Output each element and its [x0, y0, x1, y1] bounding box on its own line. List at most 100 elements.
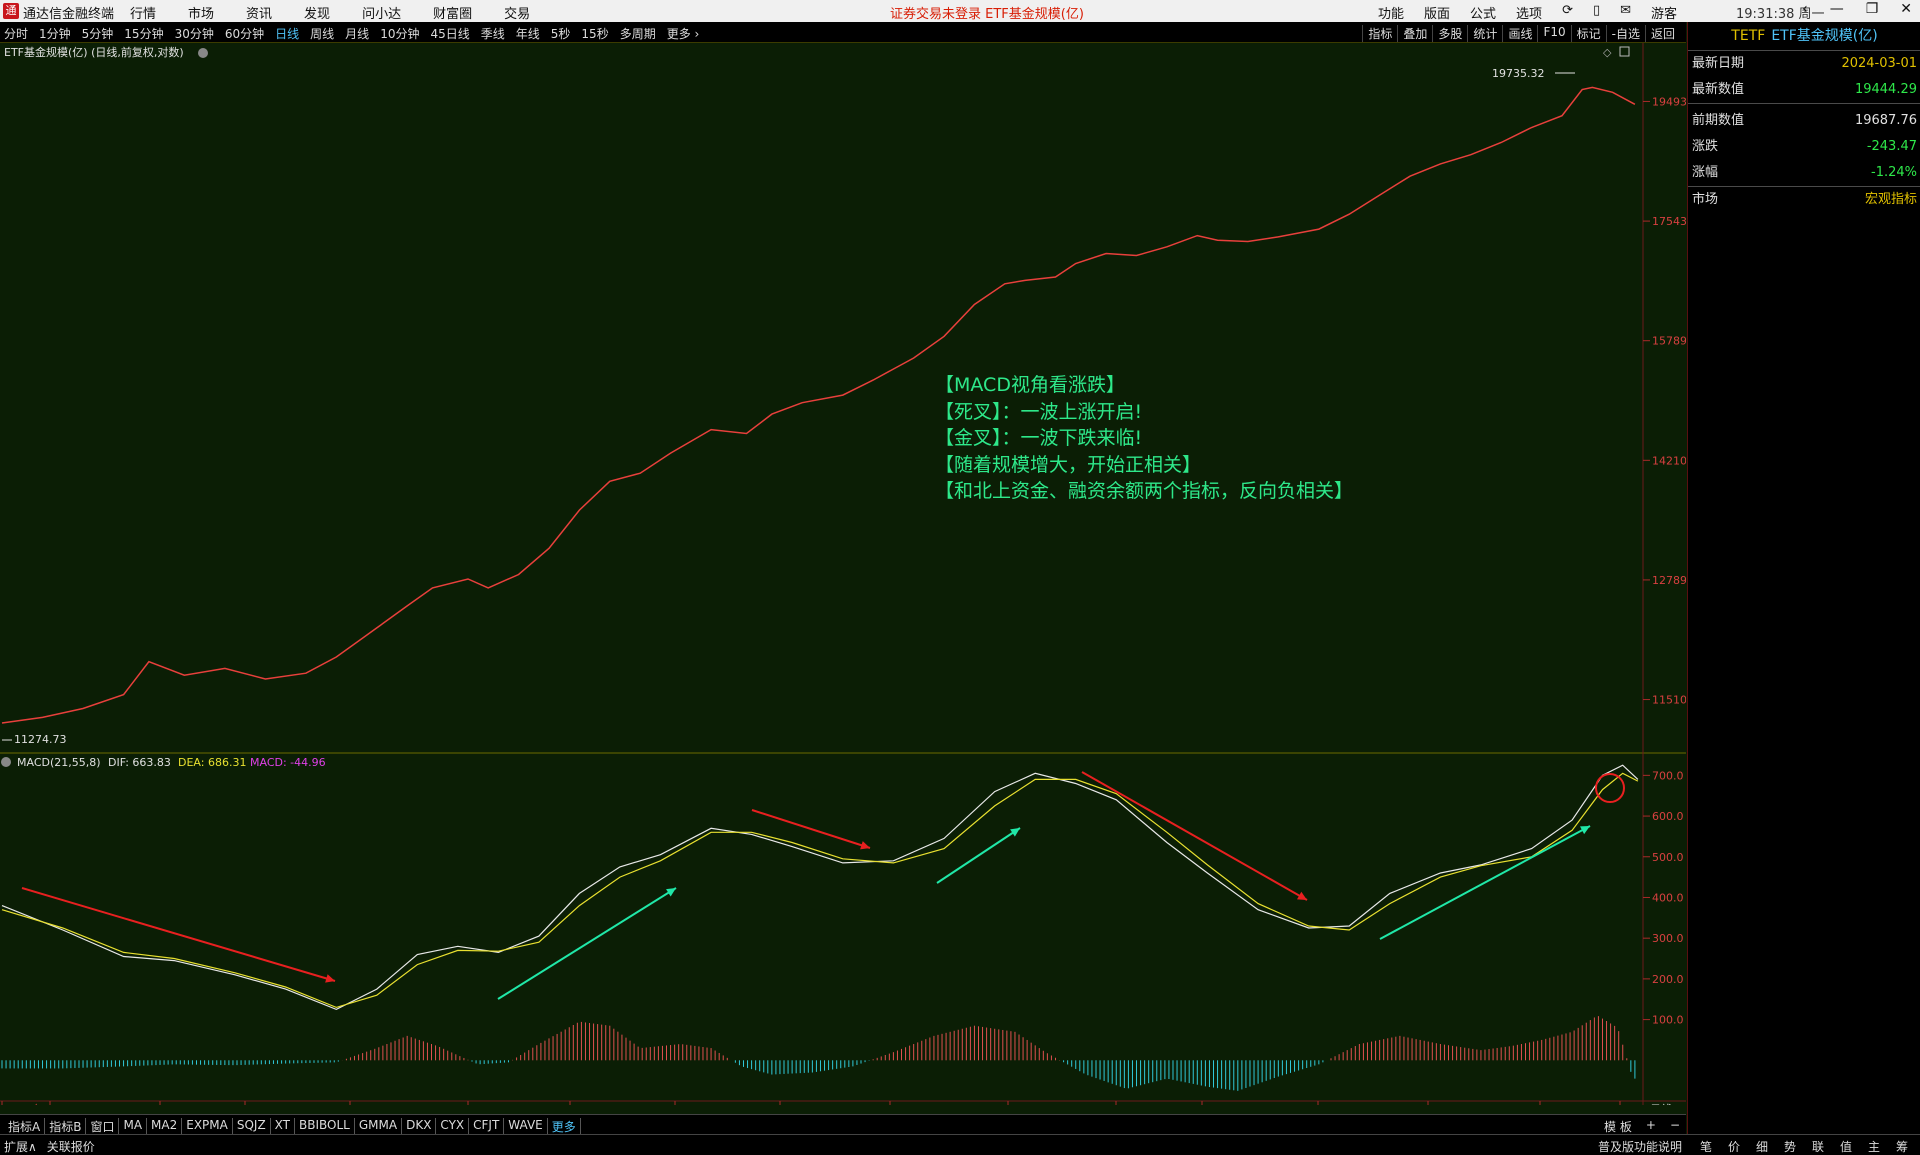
indicator-item-5[interactable]: EXPMA — [182, 1118, 233, 1135]
up-arrow-3[interactable] — [1379, 825, 1591, 940]
help-link[interactable]: 普及版功能说明 — [1598, 1138, 1682, 1155]
quote-tab-7[interactable]: 筹 — [1888, 1138, 1916, 1155]
up-arrow-1[interactable] — [497, 887, 677, 1000]
period-item-5[interactable]: 60分钟 — [225, 25, 264, 42]
template-control-1[interactable]: + — [1646, 1118, 1656, 1135]
menu-item-shichang[interactable]: 市场 — [188, 3, 214, 22]
down-arrow-3[interactable] — [1081, 771, 1308, 901]
period-item-7[interactable]: 周线 — [310, 25, 334, 42]
period-item-11[interactable]: 季线 — [481, 25, 505, 42]
chart-svg: 194931754315789142101278911510700.0600.0… — [0, 43, 1686, 1105]
template-control-2[interactable]: − — [1670, 1118, 1680, 1135]
diamond-icon[interactable]: ◇ — [1603, 46, 1612, 59]
chart-tool-8[interactable]: 返回 — [1644, 25, 1680, 42]
user-label[interactable]: 游客 — [1651, 3, 1677, 22]
down-arrow-2[interactable] — [751, 809, 871, 849]
period-item-14[interactable]: 15秒 — [581, 25, 608, 42]
macd-y-tick-label: 700.0 — [1652, 769, 1684, 782]
indicator-item-14[interactable]: 更多 — [548, 1118, 581, 1135]
period-item-9[interactable]: 10分钟 — [380, 25, 419, 42]
macd-y-tick-label: 300.0 — [1652, 932, 1684, 945]
indicator-item-1[interactable]: 指标B — [45, 1118, 87, 1135]
mail-icon[interactable]: ✉ — [1620, 3, 1631, 22]
crossover-circle[interactable] — [1595, 773, 1625, 803]
indicator-item-6[interactable]: SQJZ — [233, 1118, 271, 1135]
chart-tool-1[interactable]: 叠加 — [1397, 25, 1432, 42]
menu-item-wenxiaoda[interactable]: 问小达 — [362, 3, 401, 22]
macd-y-tick-label: 500.0 — [1652, 851, 1684, 864]
quote-tab-6[interactable]: 主 — [1860, 1138, 1888, 1155]
period-item-1[interactable]: 1分钟 — [39, 25, 71, 42]
indicator-item-0[interactable]: 指标A — [4, 1118, 46, 1135]
panel-toggle-icon[interactable] — [1619, 46, 1630, 57]
phone-icon[interactable]: ▯ — [1593, 3, 1600, 22]
menu-item-hangqing[interactable]: 行情 — [130, 3, 156, 22]
indicator-item-8[interactable]: BBIBOLL — [295, 1118, 355, 1135]
chart-area[interactable]: 19493 17543 15789 14210 12789 11510 700.0 600.0… — [0, 43, 1686, 1105]
quote-tab-3[interactable]: 势 — [1776, 1138, 1804, 1155]
status-item-1[interactable]: 关联报价 — [47, 1138, 95, 1155]
indicator-item-11[interactable]: CYX — [436, 1118, 470, 1135]
quote-tab-5[interactable]: 值 — [1832, 1138, 1860, 1155]
chart-tool-3[interactable]: 统计 — [1467, 25, 1502, 42]
quote-tab-4[interactable]: 联 — [1804, 1138, 1832, 1155]
x-tick-label: 4 — [471, 1103, 478, 1105]
menu-item-zixun[interactable]: 资讯 — [246, 3, 272, 22]
security-code: TETF — [1731, 28, 1766, 44]
chart-tool-7[interactable]: -自选 — [1605, 25, 1645, 42]
period-item-12[interactable]: 年线 — [516, 25, 540, 42]
menu-item-faxian[interactable]: 发现 — [304, 3, 330, 22]
period-item-13[interactable]: 5秒 — [551, 25, 571, 42]
period-item-15[interactable]: 多周期 — [620, 25, 656, 42]
chart-tool-6[interactable]: 标记 — [1570, 25, 1606, 42]
status-item-0[interactable]: 扩展∧ — [4, 1138, 37, 1155]
indicator-item-2[interactable]: 窗口 — [86, 1118, 120, 1135]
close-icon[interactable]: ✕ — [1900, 1, 1912, 17]
indicator-item-12[interactable]: CFJT — [469, 1118, 505, 1135]
template-control-0[interactable]: 模 板 — [1604, 1118, 1632, 1135]
main-y-tick-label: 14210 — [1652, 454, 1686, 467]
indicator-item-7[interactable]: XT — [271, 1118, 296, 1135]
period-item-8[interactable]: 月线 — [345, 25, 369, 42]
period-item-6[interactable]: 日线 — [275, 25, 299, 42]
tool-gongshi[interactable]: 公式 — [1470, 3, 1496, 22]
period-item-4[interactable]: 30分钟 — [175, 25, 214, 42]
x-axis-period: 日线 — [1650, 1102, 1672, 1105]
menu-item-jiaoyi[interactable]: 交易 — [504, 3, 530, 22]
macd-dea-line — [1, 772, 1639, 1009]
period-item-3[interactable]: 15分钟 — [124, 25, 163, 42]
indicator-item-3[interactable]: MA — [119, 1118, 148, 1135]
period-item-0[interactable]: 分时 — [4, 25, 28, 42]
chart-tool-0[interactable]: 指标 — [1362, 25, 1397, 42]
indicator-item-10[interactable]: DKX — [402, 1118, 437, 1135]
up-arrow-2[interactable] — [936, 827, 1021, 884]
indicator-item-13[interactable]: WAVE — [504, 1118, 548, 1135]
quote-tab-1[interactable]: 价 — [1720, 1138, 1748, 1155]
tool-banmian[interactable]: 版面 — [1424, 3, 1450, 22]
quote-row-value: -1.24% — [1871, 165, 1917, 180]
chart-tool-2[interactable]: 多股 — [1432, 25, 1467, 42]
tool-xuanxiang[interactable]: 选项 — [1516, 3, 1542, 22]
down-arrow-1[interactable] — [21, 887, 336, 982]
period-item-2[interactable]: 5分钟 — [82, 25, 114, 42]
legend-toggle-icon[interactable] — [198, 48, 208, 58]
period-bar: 分时 1分钟 5分钟 15分钟 30分钟 60分钟 日线 周线 月线 10分钟 45日线 季线 年线 5秒… — [0, 22, 1686, 43]
tool-gongneng[interactable]: 功能 — [1378, 3, 1404, 22]
restore-icon[interactable]: ❐ — [1866, 1, 1879, 17]
back-icon[interactable]: ‹ — [1802, 1, 1808, 17]
menu-item-caifuquan[interactable]: 财富圈 — [433, 3, 472, 22]
main-y-tick-label: 19493 — [1652, 95, 1686, 108]
x-tick-label: 12 — [1321, 1103, 1335, 1105]
indicator-item-9[interactable]: GMMA — [355, 1118, 403, 1135]
period-item-10[interactable]: 45日线 — [430, 25, 469, 42]
chart-tool-5[interactable]: F10 — [1537, 25, 1570, 42]
period-item-16[interactable]: 更多 › — [667, 25, 700, 42]
macd-toggle-icon[interactable] — [1, 757, 11, 767]
refresh-icon[interactable]: ⟳ — [1562, 3, 1573, 22]
quote-tab-2[interactable]: 细 — [1748, 1138, 1776, 1155]
high-price-label: 19735.32 — [1492, 67, 1545, 80]
chart-tool-4[interactable]: 画线 — [1502, 25, 1537, 42]
minimize-icon[interactable]: — — [1830, 1, 1844, 17]
indicator-item-4[interactable]: MA2 — [147, 1118, 183, 1135]
quote-tab-0[interactable]: 笔 — [1692, 1138, 1720, 1155]
